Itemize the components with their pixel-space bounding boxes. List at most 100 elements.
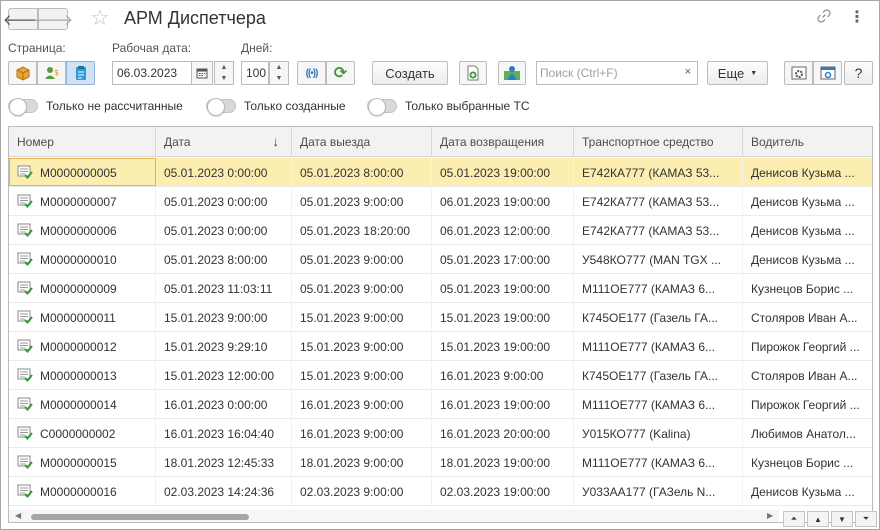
- scroll-left-icon[interactable]: ◀: [15, 511, 21, 520]
- cell-departure[interactable]: 05.01.2023 9:00:00: [292, 274, 432, 302]
- cell-return[interactable]: 15.01.2023 19:00:00: [432, 332, 574, 360]
- cell-number[interactable]: М0000000016: [9, 477, 156, 505]
- chevron-down-icon[interactable]: ▼: [221, 75, 228, 82]
- link-icon[interactable]: [816, 8, 832, 29]
- cell-date[interactable]: 05.01.2023 0:00:00: [156, 216, 292, 244]
- toggle-switch[interactable]: [8, 98, 38, 116]
- cell-date[interactable]: 18.01.2023 12:45:33: [156, 448, 292, 476]
- refresh-button[interactable]: ⟳: [326, 61, 355, 85]
- horizontal-scrollbar[interactable]: ◀ ▶: [9, 510, 779, 522]
- cell-vehicle[interactable]: Е742КА777 (КАМАЗ 53...: [574, 216, 743, 244]
- cell-departure[interactable]: 15.01.2023 9:00:00: [292, 332, 432, 360]
- cell-number[interactable]: М0000000015: [9, 448, 156, 476]
- forward-button[interactable]: 🡒: [33, 8, 73, 30]
- cell-number[interactable]: М0000000010: [9, 245, 156, 273]
- search-box[interactable]: ×: [536, 61, 698, 85]
- cell-departure[interactable]: 16.01.2023 9:00:00: [292, 419, 432, 447]
- cell-date[interactable]: 15.01.2023 9:29:10: [156, 332, 292, 360]
- scroll-top-button[interactable]: ⏶: [783, 511, 805, 527]
- cell-departure[interactable]: 05.01.2023 8:00:00: [292, 158, 432, 186]
- chevron-up-icon[interactable]: ▲: [221, 64, 228, 71]
- column-header-driver[interactable]: Водитель: [743, 127, 872, 157]
- cell-number[interactable]: М0000000012: [9, 332, 156, 360]
- cell-date[interactable]: 05.01.2023 0:00:00: [156, 187, 292, 215]
- table-row[interactable]: М0000000006 05.01.2023 0:00:00 05.01.2023 …: [9, 216, 872, 245]
- cell-number[interactable]: М0000000011: [9, 303, 156, 331]
- table-row[interactable]: М0000000015 18.01.2023 12:45:33 18.01.2023…: [9, 448, 872, 477]
- cell-number[interactable]: М0000000009: [9, 274, 156, 302]
- cell-return[interactable]: 05.01.2023 17:00:00: [432, 245, 574, 273]
- toggle-selected-vehicles[interactable]: Только выбранные ТС: [367, 98, 530, 116]
- chevron-up-icon[interactable]: ▲: [276, 64, 283, 71]
- cell-vehicle[interactable]: М111ОЕ777 (КАМАЗ 6...: [574, 332, 743, 360]
- cell-departure[interactable]: 05.01.2023 9:00:00: [292, 187, 432, 215]
- cell-number[interactable]: М0000000007: [9, 187, 156, 215]
- scroll-up-button[interactable]: ▲: [807, 511, 829, 527]
- cell-vehicle[interactable]: М111ОЕ777 (КАМАЗ 6...: [574, 274, 743, 302]
- cell-driver[interactable]: Любимов Анатол...: [743, 419, 872, 447]
- table-row[interactable]: М0000000016 02.03.2023 14:24:36 02.03.2023…: [9, 477, 872, 506]
- cell-driver[interactable]: Денисов Кузьма ...: [743, 245, 872, 273]
- cell-departure[interactable]: 18.01.2023 9:00:00: [292, 448, 432, 476]
- cell-return[interactable]: 06.01.2023 19:00:00: [432, 187, 574, 215]
- cell-vehicle[interactable]: У033АА177 (ГАЗель N...: [574, 477, 743, 505]
- table-row[interactable]: М0000000012 15.01.2023 9:29:10 15.01.2023 …: [9, 332, 872, 361]
- cell-driver[interactable]: Кузнецов Борис ...: [743, 274, 872, 302]
- cell-return[interactable]: 16.01.2023 20:00:00: [432, 419, 574, 447]
- table-row[interactable]: М0000000013 15.01.2023 12:00:00 15.01.2023…: [9, 361, 872, 390]
- scroll-bottom-button[interactable]: ⏷: [855, 511, 877, 527]
- table-row[interactable]: М0000000007 05.01.2023 0:00:00 05.01.2023 …: [9, 187, 872, 216]
- column-header-number[interactable]: Номер: [9, 127, 156, 157]
- chevron-down-icon[interactable]: ▼: [276, 75, 283, 82]
- help-button[interactable]: ?: [844, 61, 873, 85]
- toggle-switch[interactable]: [367, 98, 397, 116]
- table-row[interactable]: С0000000002 16.01.2023 16:04:40 16.01.2023…: [9, 419, 872, 448]
- create-button[interactable]: Создать: [372, 61, 448, 85]
- cell-departure[interactable]: 05.01.2023 9:00:00: [292, 245, 432, 273]
- table-row[interactable]: М0000000005 05.01.2023 0:00:00 05.01.2023 …: [9, 158, 872, 187]
- table-row[interactable]: М0000000011 15.01.2023 9:00:00 15.01.2023 …: [9, 303, 872, 332]
- cell-return[interactable]: 15.01.2023 19:00:00: [432, 303, 574, 331]
- settings-button[interactable]: [784, 61, 813, 85]
- scrollbar-thumb[interactable]: [31, 514, 249, 520]
- cell-return[interactable]: 16.01.2023 9:00:00: [432, 361, 574, 389]
- days-stepper[interactable]: ▲ ▼: [269, 61, 289, 85]
- table-row[interactable]: М0000000009 05.01.2023 11:03:11 05.01.2023…: [9, 274, 872, 303]
- cell-date[interactable]: 16.01.2023 0:00:00: [156, 390, 292, 418]
- cell-return[interactable]: 05.01.2023 19:00:00: [432, 158, 574, 186]
- calendar-button[interactable]: [191, 61, 213, 85]
- column-header-departure[interactable]: Дата выезда: [292, 127, 432, 157]
- days-field[interactable]: 100: [241, 61, 269, 85]
- cell-return[interactable]: 02.03.2023 19:00:00: [432, 477, 574, 505]
- toggle-not-calculated[interactable]: Только не рассчитанные: [8, 98, 183, 116]
- page-documents-button[interactable]: [66, 61, 95, 85]
- cell-date[interactable]: 16.01.2023 16:04:40: [156, 419, 292, 447]
- cell-number[interactable]: М0000000006: [9, 216, 156, 244]
- cell-vehicle[interactable]: У548КО777 (MAN TGX ...: [574, 245, 743, 273]
- report-settings-button[interactable]: [813, 61, 842, 85]
- cell-driver[interactable]: Денисов Кузьма ...: [743, 158, 872, 186]
- cell-return[interactable]: 18.01.2023 19:00:00: [432, 448, 574, 476]
- cell-driver[interactable]: Денисов Кузьма ...: [743, 187, 872, 215]
- page-drivers-button[interactable]: $: [37, 61, 66, 85]
- signal-button[interactable]: ((•)): [297, 61, 326, 85]
- cell-driver[interactable]: Денисов Кузьма ...: [743, 216, 872, 244]
- cell-vehicle[interactable]: Е742КА777 (КАМАЗ 53...: [574, 187, 743, 215]
- cell-vehicle[interactable]: М111ОЕ777 (КАМАЗ 6...: [574, 448, 743, 476]
- cell-departure[interactable]: 16.01.2023 9:00:00: [292, 390, 432, 418]
- cell-departure[interactable]: 05.01.2023 18:20:00: [292, 216, 432, 244]
- cell-date[interactable]: 02.03.2023 14:24:36: [156, 477, 292, 505]
- cell-vehicle[interactable]: Е742КА777 (КАМАЗ 53...: [574, 158, 743, 186]
- cell-date[interactable]: 05.01.2023 8:00:00: [156, 245, 292, 273]
- toggle-switch[interactable]: [206, 98, 236, 116]
- table-row[interactable]: М0000000010 05.01.2023 8:00:00 05.01.2023 …: [9, 245, 872, 274]
- more-vertical-icon[interactable]: ⋮: [849, 7, 865, 27]
- cell-vehicle[interactable]: К745ОЕ177 (Газель ГА...: [574, 361, 743, 389]
- cell-departure[interactable]: 02.03.2023 9:00:00: [292, 477, 432, 505]
- cell-vehicle[interactable]: М111ОЕ777 (КАМАЗ 6...: [574, 390, 743, 418]
- map-button[interactable]: [498, 61, 526, 85]
- cell-date[interactable]: 05.01.2023 11:03:11: [156, 274, 292, 302]
- create-copy-button[interactable]: [459, 61, 487, 85]
- cell-driver[interactable]: Кузнецов Борис ...: [743, 448, 872, 476]
- favorite-star-icon[interactable]: ☆: [90, 5, 110, 31]
